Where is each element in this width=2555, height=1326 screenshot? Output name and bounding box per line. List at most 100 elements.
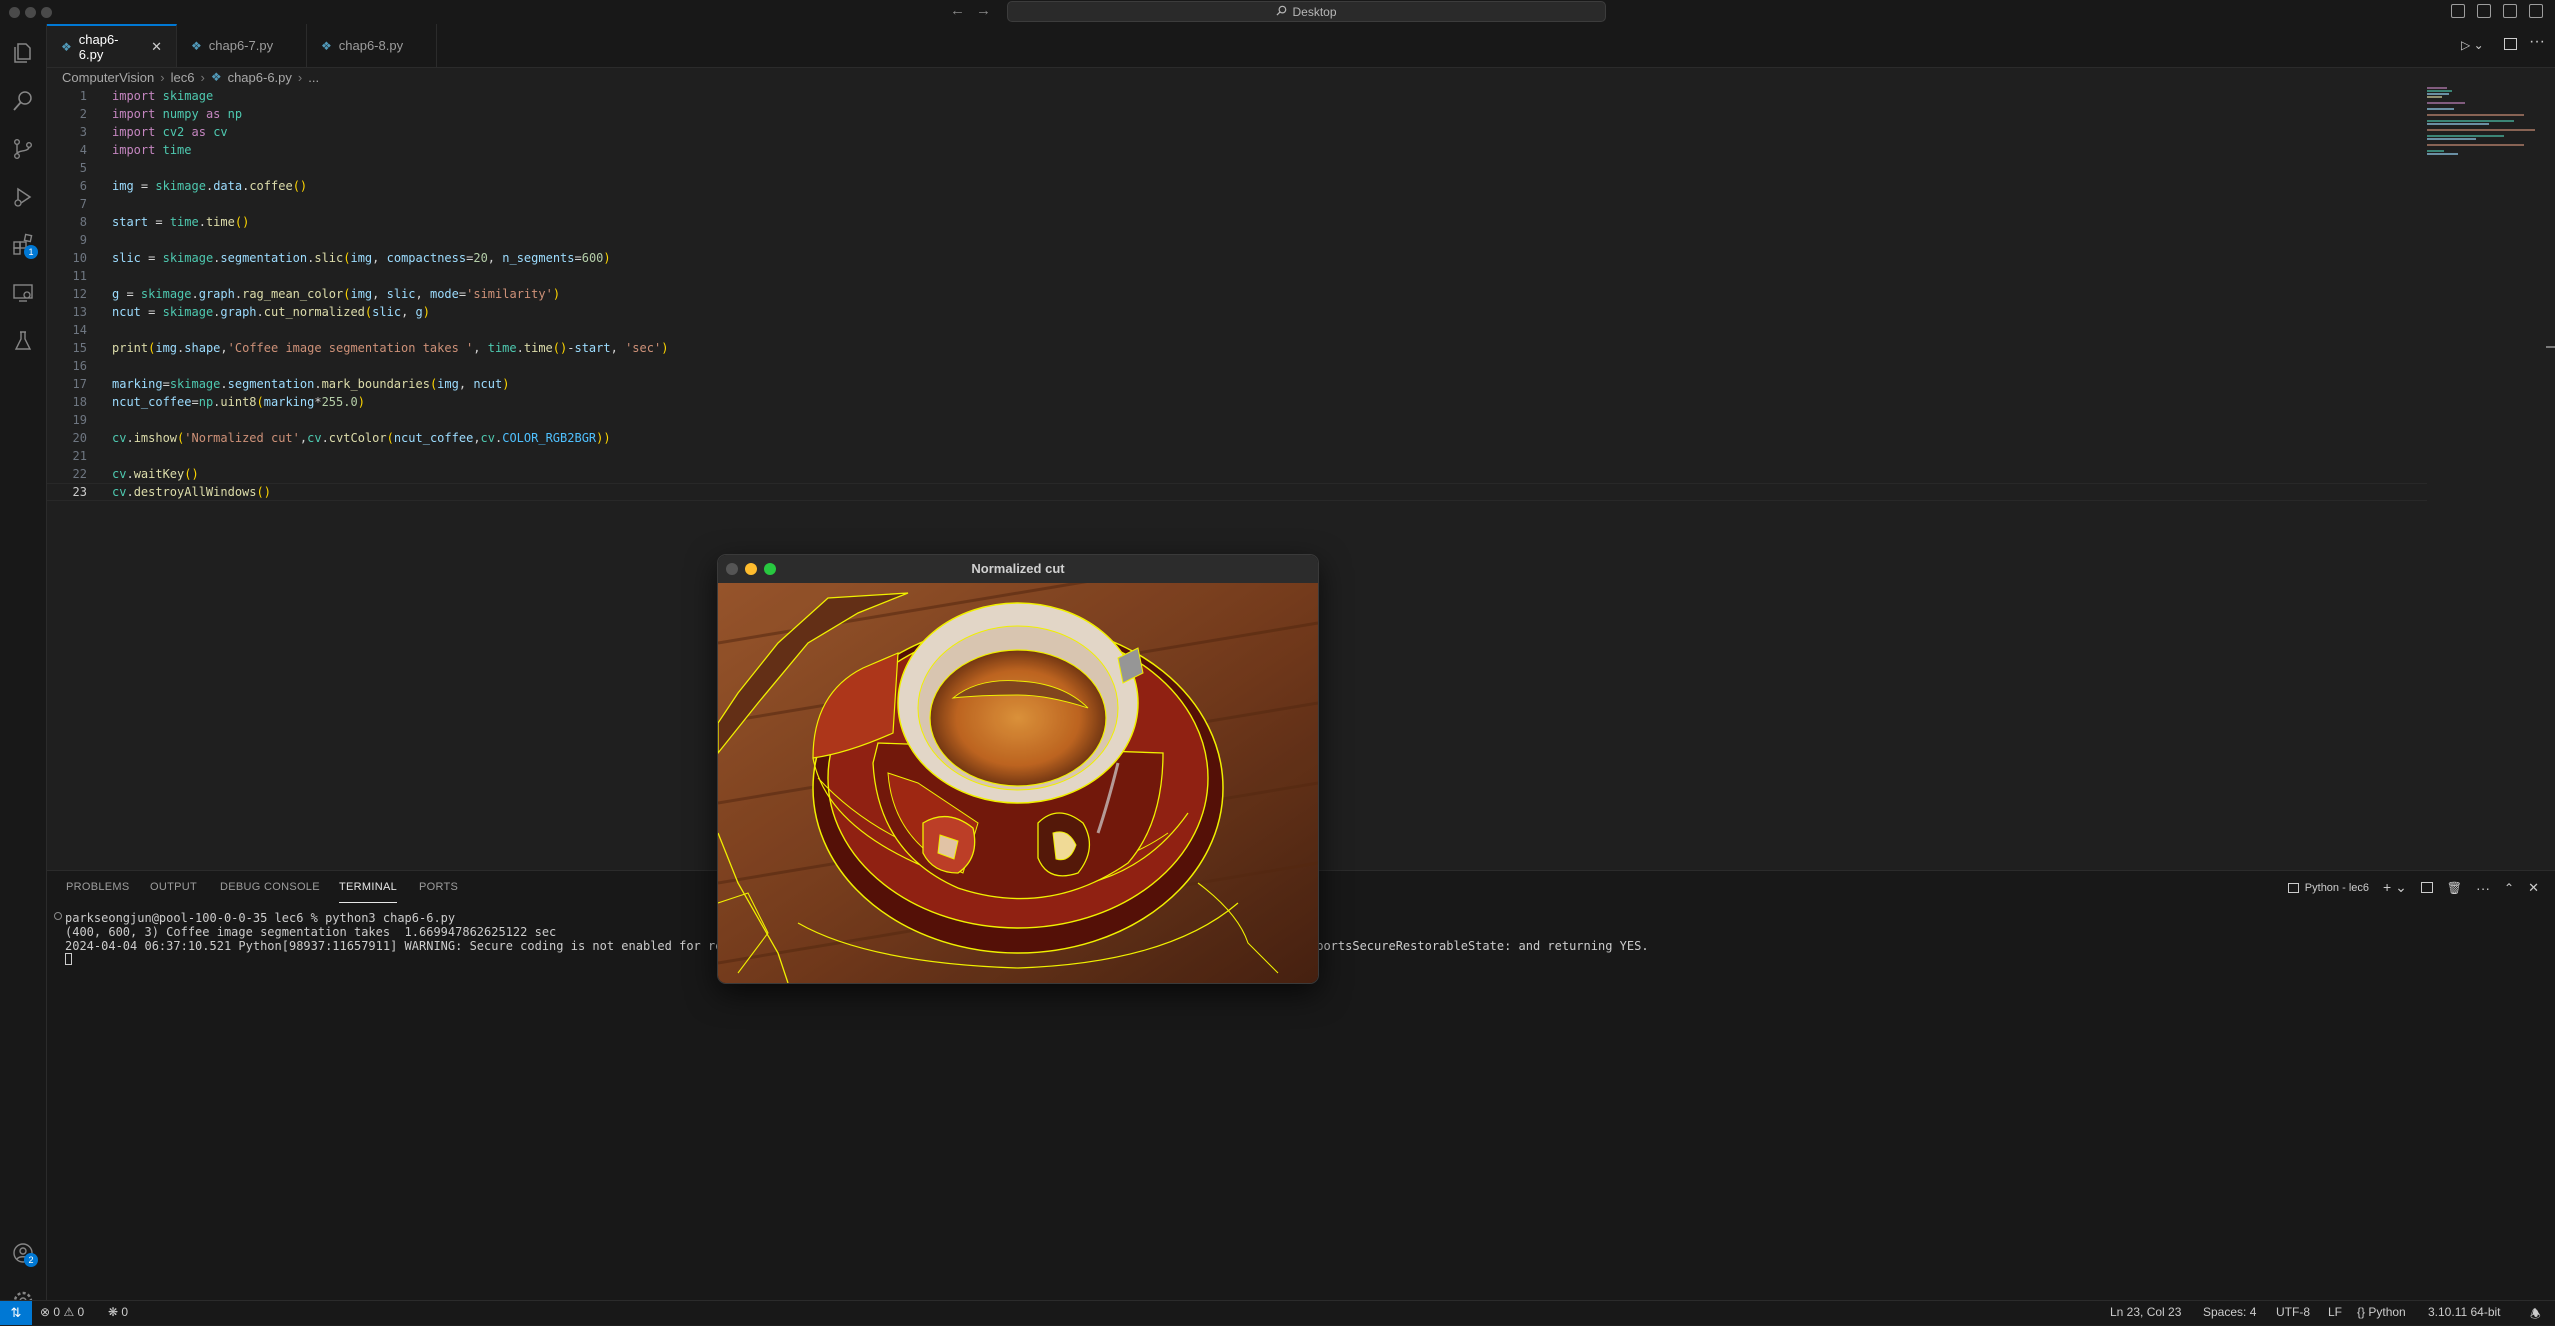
error-icon: ⊗ (40, 1305, 51, 1319)
line-number: 18 (72, 395, 87, 409)
code-text: img = skimage.data.coffee() (112, 179, 308, 193)
command-center-label: Desktop (1292, 4, 1337, 19)
split-editor-icon[interactable] (2504, 38, 2517, 50)
image-window-title: Normalized cut (971, 561, 1065, 576)
close-panel-icon[interactable]: ✕ (2528, 880, 2539, 896)
code-text: slic = skimage.segmentation.slic(img, co… (112, 251, 611, 265)
search-icon (1276, 5, 1287, 19)
minimap-line (2427, 96, 2443, 98)
minimap[interactable] (2427, 87, 2537, 197)
minimap-line (2427, 135, 2504, 137)
terminal-line: pportsSecureRestorableState: and returni… (1309, 939, 1649, 953)
ports-status[interactable]: ❋ 0 (108, 1305, 128, 1319)
python-file-icon: ❖ (191, 38, 202, 53)
command-decoration-icon[interactable] (54, 912, 62, 920)
line-number: 9 (79, 233, 87, 247)
close-tab-icon[interactable]: ✕ (151, 39, 162, 55)
run-and-debug-icon[interactable] (0, 174, 46, 220)
minimap-line (2427, 114, 2524, 116)
minimap-line (2427, 138, 2476, 140)
python-interpreter[interactable]: 3.10.11 64-bit (2428, 1305, 2501, 1319)
more-actions-icon[interactable]: ··· (2476, 880, 2490, 896)
minimap-line (2427, 150, 2444, 152)
tab-output[interactable]: OUTPUT (150, 871, 197, 903)
zoom-window-button[interactable] (41, 7, 52, 18)
problems-status[interactable]: ⊗ 0 ⚠ 0 (40, 1305, 84, 1319)
tab-chap6-6[interactable]: ❖ chap6-6.py ✕ (47, 24, 177, 67)
warning-icon: ⚠ (63, 1305, 75, 1319)
encoding-status[interactable]: UTF-8 (2276, 1305, 2310, 1319)
new-terminal-icon[interactable]: + ⌄ (2383, 879, 2407, 896)
accounts-icon[interactable]: 2 (0, 1230, 46, 1276)
source-control-icon[interactable] (0, 126, 46, 172)
minimap-line (2427, 102, 2465, 104)
breadcrumb-file[interactable]: chap6-6.py (228, 70, 292, 85)
accounts-badge: 2 (24, 1253, 38, 1267)
breadcrumb: ComputerVision › lec6 › ❖ chap6-6.py › .… (62, 67, 319, 87)
code-text: cv.waitKey() (112, 467, 199, 481)
tab-chap6-8[interactable]: ❖ chap6-8.py (307, 24, 437, 67)
minimap-line (2427, 129, 2535, 131)
customize-layout-icon[interactable] (2529, 4, 2543, 18)
language-mode[interactable]: {} Python (2357, 1305, 2406, 1319)
tab-label: chap6-7.py (208, 38, 274, 53)
line-number: 14 (72, 323, 87, 337)
line-number: 16 (72, 359, 87, 373)
more-actions-icon[interactable]: ··· (2529, 33, 2545, 51)
toggle-primary-sidebar-icon[interactable] (2451, 4, 2465, 18)
kill-terminal-trash-icon[interactable]: 🗑 (2447, 881, 2462, 895)
image-window-titlebar[interactable]: Normalized cut (718, 555, 1318, 584)
search-view-icon[interactable] (0, 78, 46, 124)
close-window-button[interactable] (9, 7, 20, 18)
minimap-line (2427, 123, 2489, 125)
notifications-bell-icon[interactable]: 🕭 (2530, 1305, 2541, 1326)
toggle-panel-icon[interactable] (2477, 4, 2491, 18)
status-bar: ⇅ ⊗ 0 ⚠ 0 ❋ 0 Ln 23, Col 23 Spaces: 4 UT… (0, 1300, 2555, 1325)
indentation-status[interactable]: Spaces: 4 (2203, 1305, 2256, 1319)
zoom-window-button[interactable] (764, 563, 776, 575)
tab-terminal[interactable]: TERMINAL (339, 871, 398, 903)
command-center-search[interactable]: Desktop (1007, 1, 1606, 22)
cursor-position[interactable]: Ln 23, Col 23 (2110, 1305, 2181, 1319)
line-number: 20 (72, 431, 87, 445)
remote-indicator-icon[interactable]: ⇅ (0, 1301, 32, 1325)
explorer-icon[interactable] (0, 30, 46, 76)
remote-explorer-icon[interactable] (0, 270, 46, 316)
testing-flask-icon[interactable] (0, 318, 46, 364)
opencv-image-window[interactable]: Normalized cut (717, 554, 1319, 984)
minimize-window-button[interactable] (25, 7, 36, 18)
toggle-secondary-sidebar-icon[interactable] (2503, 4, 2517, 18)
line-number: 3 (79, 125, 87, 139)
breadcrumb-symbol[interactable]: ... (308, 70, 319, 85)
run-python-file-icon[interactable]: ▷ ⌄ (2461, 38, 2484, 52)
breadcrumb-folder-computervision[interactable]: ComputerVision (62, 70, 154, 85)
line-number: 8 (79, 215, 87, 229)
extensions-icon[interactable]: 1 (0, 222, 46, 268)
tab-problems[interactable]: PROBLEMS (66, 871, 130, 903)
activity-bar: 1 2 (0, 24, 47, 1311)
python-file-icon: ❖ (210, 70, 222, 84)
forward-arrow-icon[interactable]: → (976, 2, 991, 19)
line-number: 23 (72, 485, 87, 499)
code-text: cv.imshow('Normalized cut',cv.cvtColor(n… (112, 431, 611, 445)
maximize-panel-chevron-up-icon[interactable]: ⌃ (2504, 881, 2514, 895)
split-terminal-icon[interactable] (2420, 882, 2433, 893)
line-number: 2 (79, 107, 87, 121)
back-arrow-icon[interactable]: ← (950, 2, 965, 19)
breadcrumb-folder-lec6[interactable]: lec6 (171, 70, 195, 85)
minimize-window-button[interactable] (745, 563, 757, 575)
tab-chap6-7[interactable]: ❖ chap6-7.py (177, 24, 307, 67)
code-text: ncut = skimage.graph.cut_normalized(slic… (112, 305, 430, 319)
error-count: 0 (53, 1305, 61, 1319)
overview-ruler-cursor (2546, 346, 2555, 348)
terminal-instance-label[interactable]: Python - lec6 (2305, 882, 2369, 894)
eol-status[interactable]: LF (2328, 1305, 2342, 1319)
line-number: 5 (79, 161, 87, 175)
code-text: import numpy as np (112, 107, 243, 121)
terminal-cursor (65, 953, 72, 965)
chevron-right-icon: › (200, 69, 205, 85)
tab-debug-console[interactable]: DEBUG CONSOLE (220, 871, 320, 903)
close-window-button[interactable] (726, 563, 738, 575)
tab-ports[interactable]: PORTS (419, 871, 458, 903)
editor-tab-bar: ❖ chap6-6.py ✕ ❖ chap6-7.py ❖ chap6-8.py… (47, 24, 2555, 68)
